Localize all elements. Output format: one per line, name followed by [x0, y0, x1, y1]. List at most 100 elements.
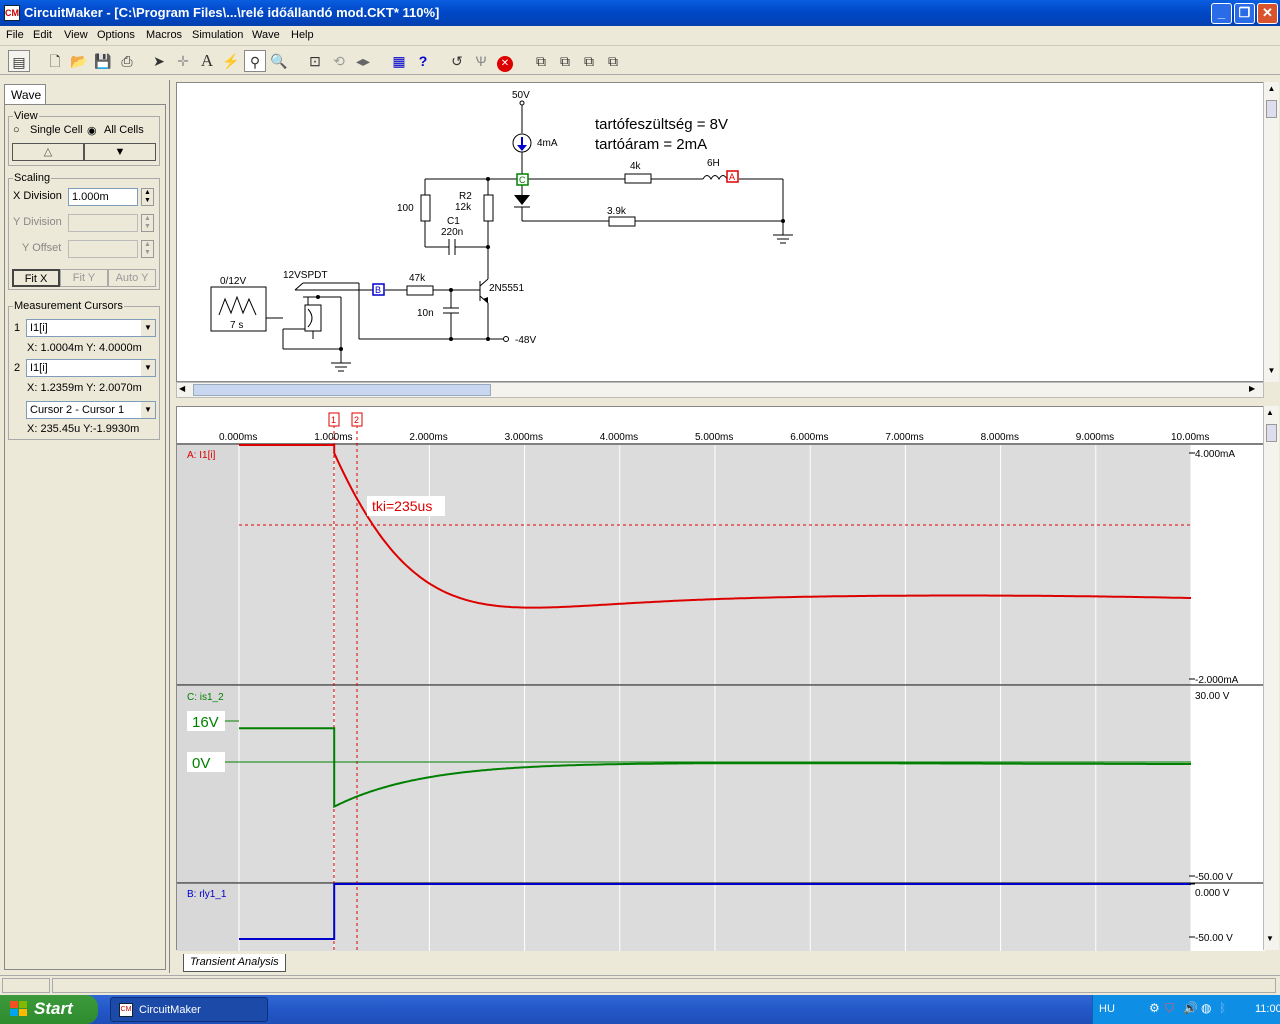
wave-2-icon[interactable]: ⧉ — [554, 50, 576, 72]
minimize-button[interactable]: _ — [1211, 3, 1232, 24]
zoom-icon[interactable]: ⚲ — [244, 50, 266, 72]
volume-icon[interactable]: 🔊 — [1183, 1001, 1198, 1015]
wave-1-icon[interactable]: ⧉ — [530, 50, 552, 72]
cursor-diff-select[interactable]: Cursor 2 - Cursor 1 ▼ — [26, 401, 156, 419]
system-tray: HU ⚙ ⛉ 🔊 ◍ ᛒ 11:00 — [1092, 995, 1280, 1024]
undo-icon[interactable]: ↺ — [446, 50, 468, 72]
menu-help[interactable]: Help — [291, 29, 314, 41]
menu-file[interactable]: File — [6, 29, 24, 41]
menu-macros[interactable]: Macros — [146, 29, 182, 41]
help-icon[interactable]: ? — [412, 50, 434, 72]
restore-button[interactable]: ❐ — [1234, 3, 1255, 24]
magnify-icon[interactable]: 🔍 — [268, 50, 290, 72]
fit-y-button[interactable]: Fit Y — [60, 269, 108, 287]
start-button[interactable]: Start — [0, 995, 98, 1024]
status-bar — [0, 975, 1280, 995]
cursor1-select[interactable]: I1[i] ▼ — [26, 319, 156, 337]
text-tool-icon[interactable]: A — [196, 50, 218, 72]
wave-3-icon[interactable]: ⧉ — [578, 50, 600, 72]
schematic-hscroll[interactable]: ◀ ▶ — [176, 382, 1264, 398]
bluetooth-icon[interactable]: ᛒ — [1219, 1001, 1226, 1015]
toggle-view-icon[interactable]: ▤ — [8, 50, 30, 72]
waveform-plot: 0.000ms 1.000ms 2.000ms 3.000ms 4.000ms 5.000… — [177, 407, 1265, 951]
all-cells-radio[interactable]: ◉ — [87, 124, 97, 137]
new-file-icon[interactable]: 🗋 — [44, 50, 66, 72]
x-tick-label: 1.000ms — [314, 432, 352, 443]
mirror-icon[interactable]: ◂▸ — [352, 50, 374, 72]
hscroll-thumb[interactable] — [193, 384, 491, 396]
label-r100: 100 — [397, 203, 414, 214]
x-tick-label: 2.000ms — [409, 432, 447, 443]
all-cells-label: All Cells — [104, 124, 144, 136]
schematic-drawing: C A B 50V 4mA 100 R2 12k C1 220n 4k 6H 3… — [210, 90, 793, 372]
save-icon[interactable]: 💾 — [92, 50, 114, 72]
y-offset-input[interactable] — [68, 240, 138, 258]
language-indicator[interactable]: HU — [1099, 1003, 1115, 1015]
scroll-up-icon[interactable]: ▲ — [1266, 408, 1274, 417]
taskbar-item-circuitmaker[interactable]: CM CircuitMaker — [110, 997, 268, 1022]
menu-simulation[interactable]: Simulation — [192, 29, 243, 41]
probe-c-label: C — [519, 175, 526, 185]
cell-down-button[interactable]: ▼ — [84, 143, 156, 161]
note-holding-voltage: tartófeszültség = 8V — [595, 116, 728, 133]
cursor-1-marker: 1 — [331, 415, 336, 425]
x-division-input[interactable]: 1.000m — [68, 188, 138, 206]
cell-a-ymin: -2.000mA — [1195, 675, 1239, 686]
wire-tool-icon[interactable]: ✛ — [172, 50, 194, 72]
y-division-spinner[interactable]: ▲ ▼ — [141, 214, 154, 232]
fit-x-button[interactable]: Fit X — [12, 269, 60, 287]
probe-tool-icon[interactable]: ⚡ — [220, 50, 242, 72]
scroll-up-icon[interactable]: ▲ — [1266, 84, 1277, 96]
label-r47k: 47k — [409, 273, 426, 284]
wave-4-icon[interactable]: ⧉ — [602, 50, 624, 72]
cursor2-number: 2 — [14, 362, 21, 374]
security-icon[interactable]: ⛉ — [1165, 1001, 1174, 1016]
scroll-down-icon[interactable]: ▼ — [1266, 934, 1274, 943]
label-r2: R2 — [459, 191, 472, 202]
y-offset-spinner[interactable]: ▲ ▼ — [141, 240, 154, 258]
rotate-icon[interactable]: ⟲ — [328, 50, 350, 72]
cell-up-button[interactable]: △ — [12, 143, 84, 161]
y-offset-label: Y Offset — [22, 242, 62, 254]
digital-mode-icon[interactable]: ▦ — [388, 50, 410, 72]
waveform-window[interactable]: 0.000ms 1.000ms 2.000ms 3.000ms 4.000ms 5.000… — [176, 406, 1265, 951]
single-cell-radio[interactable]: ○ — [13, 124, 20, 136]
open-file-icon[interactable]: 📂 — [68, 50, 90, 72]
scroll-right-icon[interactable]: ▶ — [1249, 384, 1255, 393]
schematic-canvas[interactable]: C A B 50V 4mA 100 R2 12k C1 220n 4k 6H 3… — [176, 82, 1264, 382]
x-division-spinner[interactable]: ▲ ▼ — [141, 188, 154, 206]
label-c10n: 10n — [417, 308, 434, 319]
y-division-input[interactable] — [68, 214, 138, 232]
menu-edit[interactable]: Edit — [33, 29, 52, 41]
arrow-tool-icon[interactable]: ➤ — [148, 50, 170, 72]
note-holding-current: tartóáram = 2mA — [595, 136, 707, 153]
cell-a-ymax: 4.000mA — [1195, 449, 1235, 460]
scroll-thumb[interactable] — [1266, 424, 1277, 442]
scroll-thumb[interactable] — [1266, 100, 1277, 118]
auto-y-button[interactable]: Auto Y — [108, 269, 156, 287]
run-icon[interactable]: Ѱ — [470, 50, 492, 72]
close-button[interactable]: ✕ — [1257, 3, 1278, 24]
fit-icon[interactable]: ⊡ — [304, 50, 326, 72]
scroll-left-icon[interactable]: ◀ — [179, 384, 185, 393]
print-icon[interactable]: ⎙ — [116, 50, 138, 72]
menu-view[interactable]: View — [64, 29, 88, 41]
annotation-tki: tki=235us — [372, 498, 432, 514]
tab-wave[interactable]: Wave — [4, 84, 46, 104]
tab-transient-analysis[interactable]: Transient Analysis — [183, 954, 286, 972]
cursor-diff-readout: X: 235.45u Y:-1.9930m — [27, 423, 140, 435]
waveform-vscroll[interactable]: ▲ ▼ — [1263, 406, 1279, 950]
menu-options[interactable]: Options — [97, 29, 135, 41]
label-relay: 12VSPDT — [283, 270, 327, 281]
schematic-vscroll[interactable]: ▲ ▼ — [1263, 82, 1279, 382]
x-tick-label: 5.000ms — [695, 432, 733, 443]
scroll-down-icon[interactable]: ▼ — [1266, 366, 1277, 378]
circuitmaker-icon[interactable]: CM — [4, 5, 20, 21]
status-pane-2 — [52, 978, 1276, 993]
network-icon[interactable]: ⚙ — [1149, 1001, 1160, 1015]
display-icon[interactable]: ◍ — [1201, 1001, 1211, 1015]
cursor2-select[interactable]: I1[i] ▼ — [26, 359, 156, 377]
menu-wave[interactable]: Wave — [252, 29, 280, 41]
label-r4k: 4k — [630, 161, 642, 172]
stop-icon[interactable]: ✕ — [494, 50, 516, 72]
